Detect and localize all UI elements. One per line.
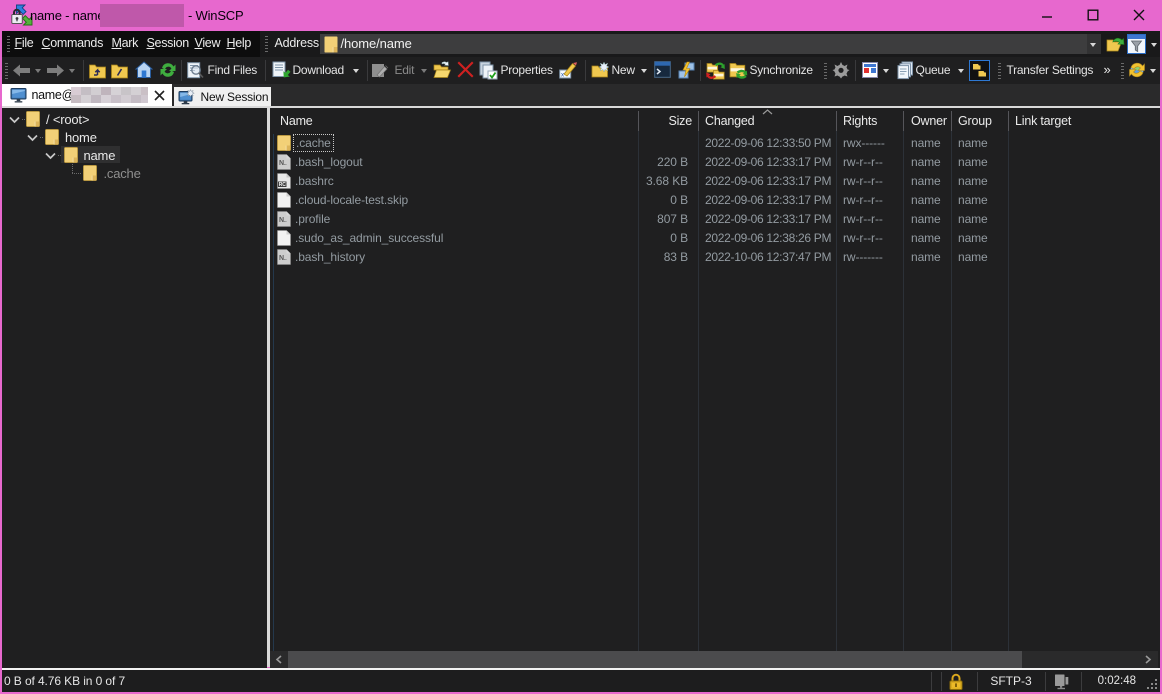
- svg-text:N..: N..: [279, 160, 287, 167]
- svg-text:N..: N..: [279, 217, 287, 224]
- svg-text:x: x: [561, 73, 564, 79]
- svg-text:RC: RC: [279, 182, 287, 188]
- svg-text:N..: N..: [279, 255, 287, 262]
